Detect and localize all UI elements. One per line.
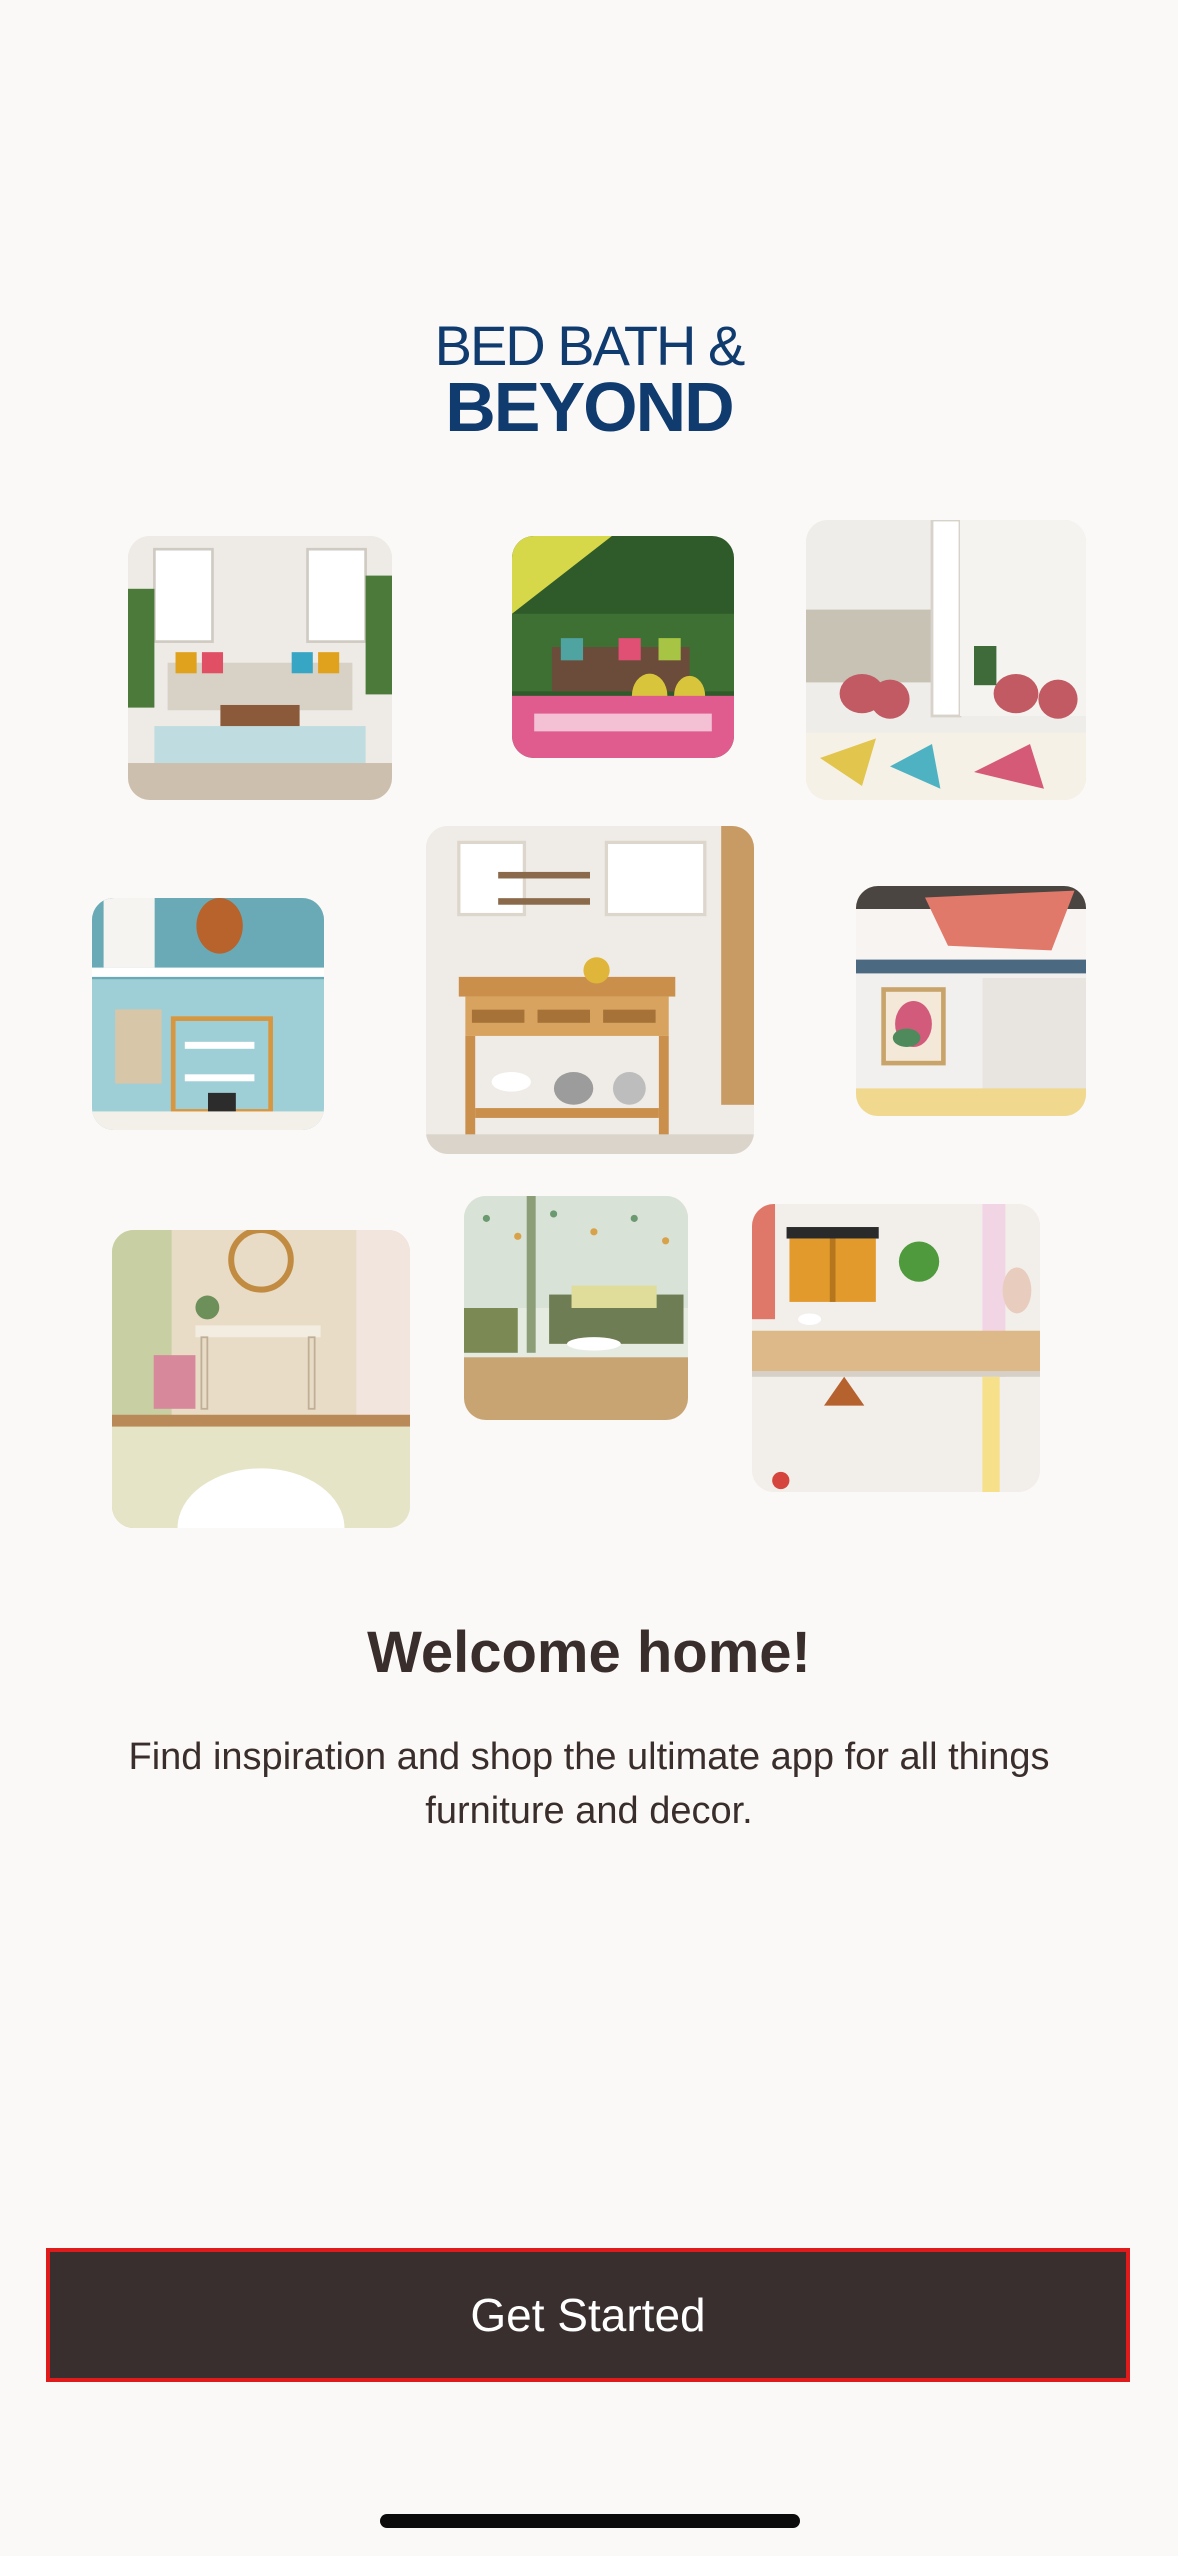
dining-room-photo bbox=[806, 520, 1086, 800]
home-office-photo bbox=[92, 898, 324, 1130]
patio-photo bbox=[512, 536, 734, 758]
brand-logo: BED BATH & BEYOND bbox=[0, 314, 1178, 446]
bedroom-photo bbox=[856, 886, 1086, 1116]
entryway-photo bbox=[112, 1230, 410, 1528]
kitchen-island-photo bbox=[426, 826, 754, 1154]
living-room-photo bbox=[128, 536, 392, 800]
get-started-button[interactable]: Get Started bbox=[46, 2248, 1130, 2382]
welcome-title: Welcome home! bbox=[367, 1620, 811, 1685]
logo-line-1: BED BATH & bbox=[434, 314, 746, 377]
home-indicator[interactable] bbox=[380, 2514, 800, 2528]
get-started-label: Get Started bbox=[470, 2289, 706, 2341]
sitting-room-photo bbox=[464, 1196, 688, 1420]
welcome-subtitle: Find inspiration and shop the ultimate a… bbox=[128, 1736, 1050, 1832]
logo-line-2: BEYOND bbox=[445, 368, 734, 446]
bathroom-vanity-photo bbox=[752, 1204, 1040, 1492]
